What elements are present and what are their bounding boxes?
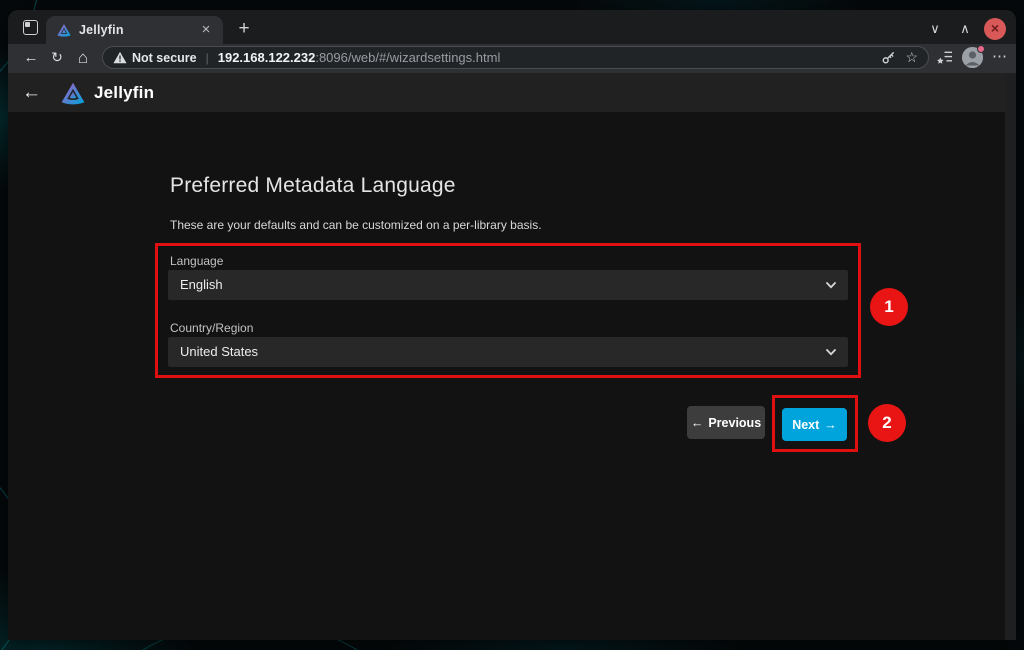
chevron-down-icon <box>825 279 837 291</box>
window-minimize-icon[interactable]: ∨ <box>924 18 946 40</box>
tab-title: Jellyfin <box>79 23 197 37</box>
tab-overview-button[interactable] <box>15 13 45 41</box>
window-controls: ∨ ∧ × <box>924 18 1006 40</box>
browser-back-icon[interactable]: ← <box>18 46 44 70</box>
url-divider: | <box>206 51 209 65</box>
url-host: 192.168.122.232 <box>218 50 316 65</box>
security-chip[interactable]: Not secure <box>113 51 197 65</box>
profile-avatar[interactable] <box>962 47 983 68</box>
url-text: 192.168.122.232:8096/web/#/wizardsetting… <box>218 50 874 65</box>
password-key-icon[interactable] <box>881 50 896 65</box>
reading-list-icon[interactable] <box>937 50 953 65</box>
browser-tab-jellyfin[interactable]: Jellyfin × <box>46 16 223 44</box>
browser-menu-icon[interactable]: ⋯ <box>992 47 1008 69</box>
arrow-right-icon: → <box>824 418 837 432</box>
jellyfin-header: ← Jellyfin <box>8 73 1016 112</box>
url-path: :8096/web/#/wizardsettings.html <box>315 50 500 65</box>
browser-reload-icon[interactable]: ↻ <box>44 46 70 70</box>
annotation-step-1: 1 <box>870 288 908 326</box>
language-label: Language <box>170 254 223 268</box>
language-value: English <box>180 277 223 292</box>
jellyfin-brand: Jellyfin <box>94 83 154 103</box>
arrow-left-icon: ← <box>691 416 704 430</box>
bookmark-star-icon[interactable]: ☆ <box>905 49 918 66</box>
next-button[interactable]: Next → <box>782 408 847 441</box>
window-close-icon[interactable]: × <box>984 18 1006 40</box>
language-select[interactable]: English <box>168 270 848 300</box>
scrollbar[interactable] <box>1005 73 1016 640</box>
browser-home-icon[interactable]: ⌂ <box>70 46 96 70</box>
jellyfin-logo-icon <box>60 80 86 106</box>
tab-overview-icon <box>23 20 38 35</box>
warning-icon <box>113 51 127 64</box>
wizard-page: Preferred Metadata Language These are yo… <box>8 112 1016 640</box>
chevron-down-icon <box>825 346 837 358</box>
country-value: United States <box>180 344 258 359</box>
tab-close-icon[interactable]: × <box>197 21 215 39</box>
annotation-step-2: 2 <box>868 404 906 442</box>
previous-button[interactable]: ← Previous <box>687 406 765 439</box>
profile-badge <box>977 45 985 53</box>
country-select[interactable]: United States <box>168 337 848 367</box>
next-button-label: Next <box>792 418 819 432</box>
window-maximize-icon[interactable]: ∧ <box>954 18 976 40</box>
new-tab-button[interactable]: + <box>231 16 257 42</box>
page-subtitle: These are your defaults and can be custo… <box>170 218 542 232</box>
browser-window: Jellyfin × + ∨ ∧ × ← ↻ ⌂ Not secure | 19 <box>8 10 1016 640</box>
country-label: Country/Region <box>170 321 253 335</box>
security-label: Not secure <box>132 51 197 65</box>
wizard-back-icon[interactable]: ← <box>22 82 48 104</box>
address-bar[interactable]: Not secure | 192.168.122.232:8096/web/#/… <box>102 46 929 69</box>
page-title: Preferred Metadata Language <box>170 174 456 198</box>
tab-strip: Jellyfin × + ∨ ∧ × <box>8 10 1016 44</box>
jellyfin-favicon-icon <box>56 22 72 38</box>
browser-toolbar: ← ↻ ⌂ Not secure | 192.168.122.232:8096/… <box>8 44 1016 73</box>
previous-button-label: Previous <box>708 416 761 430</box>
